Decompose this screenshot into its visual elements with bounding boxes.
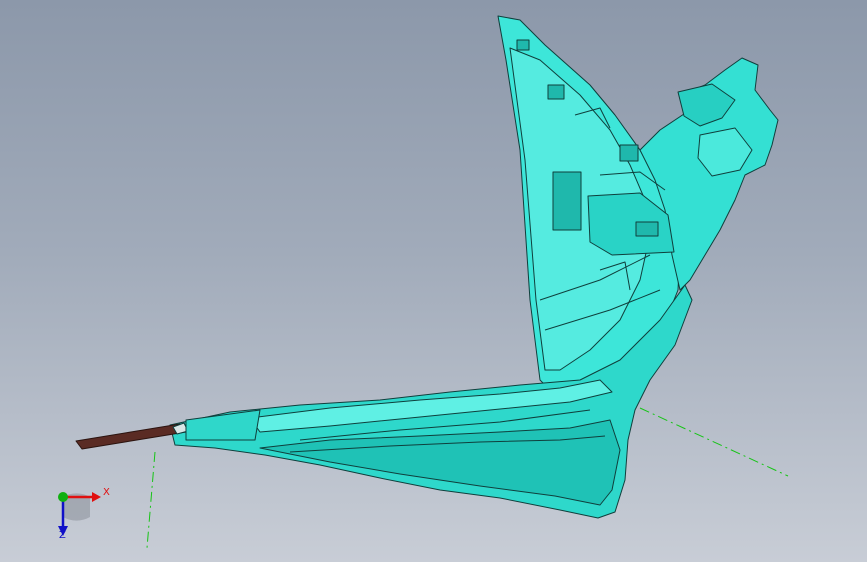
stub-arm-dark[interactable] [75,423,187,450]
stub-arm-teal[interactable] [185,409,261,441]
bumper-part-model[interactable] [75,15,779,519]
3d-model-viewport[interactable]: X Z [0,0,867,562]
z-axis-label: Z [59,530,66,541]
model-canvas[interactable] [0,0,867,562]
x-axis-label: X [103,487,110,498]
